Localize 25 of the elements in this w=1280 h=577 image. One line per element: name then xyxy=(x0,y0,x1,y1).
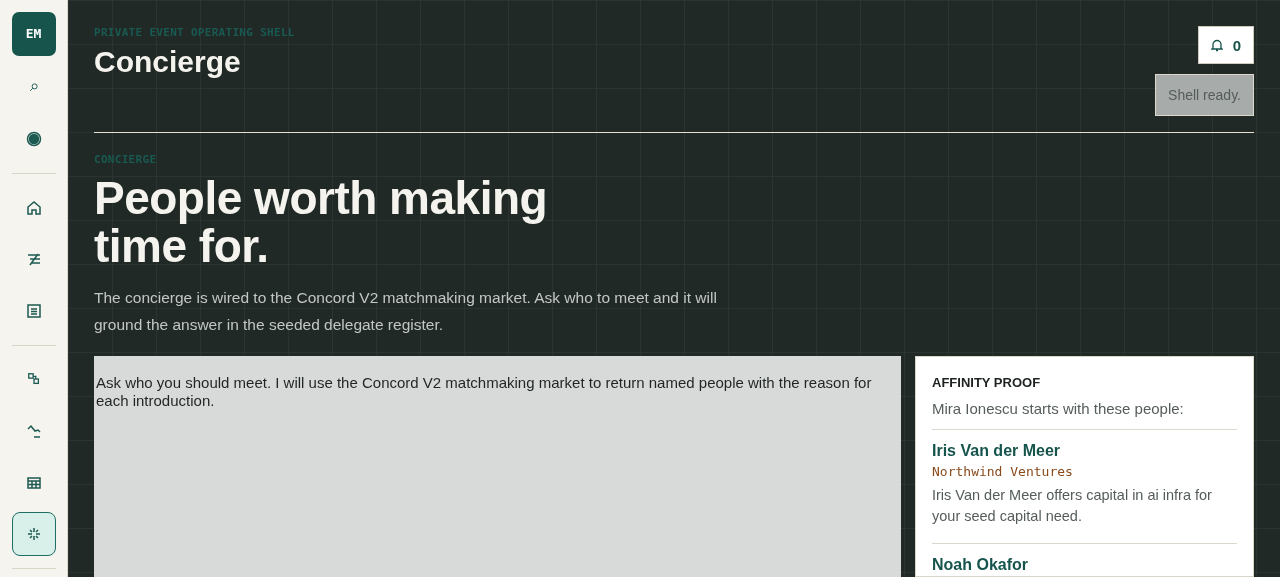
trend-icon xyxy=(25,423,42,440)
status-toast: Shell ready. xyxy=(1155,74,1254,116)
hero-heading: People worth making time for. xyxy=(94,174,549,270)
assistant-message: Ask who you should meet. I will use the Concord V2 matchmaking market to return named people with the reason for each introduction. xyxy=(96,374,872,409)
card-intro: Mira Ionescu starts with these people: xyxy=(932,400,1237,430)
filter-icon xyxy=(25,251,42,268)
notifications-button[interactable]: 0 xyxy=(1197,26,1254,64)
person-reason: Iris Van der Meer offers capital in ai infra for your seed capital need. xyxy=(932,486,1213,526)
table-icon xyxy=(25,474,42,491)
sparkle-icon xyxy=(25,526,42,543)
home-icon xyxy=(25,199,42,216)
card-title: AFFINITY PROOF xyxy=(932,375,1042,390)
person-company: Northwind Ventures xyxy=(932,464,1074,479)
nav-button[interactable] xyxy=(11,512,56,557)
page-title: Concierge xyxy=(94,45,242,79)
nodes-icon xyxy=(26,372,41,387)
target-icon xyxy=(25,131,42,147)
hero-description: The concierge is wired to the Concord V2 matchmaking market. Ask who to meet and it will ground the answer in the seeded delegate register. xyxy=(94,288,718,335)
bell-icon xyxy=(1210,38,1223,52)
notification-count: 0 xyxy=(1232,36,1241,54)
user-avatar[interactable]: EM xyxy=(11,12,56,56)
document-icon xyxy=(25,302,42,319)
person-name[interactable]: Iris Van der Meer xyxy=(932,442,1237,460)
search-icon xyxy=(28,82,39,93)
person-name[interactable]: Noah Okafor xyxy=(932,556,1237,574)
